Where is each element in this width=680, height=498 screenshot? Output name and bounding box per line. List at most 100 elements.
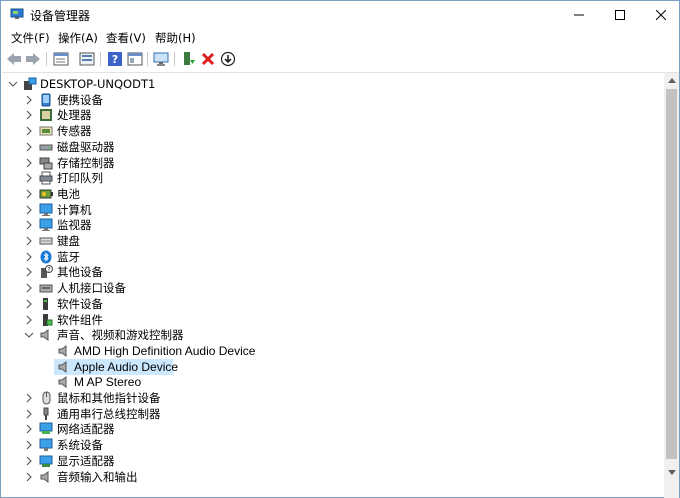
speaker-icon [57, 360, 71, 374]
chevron-right-icon[interactable] [24, 315, 34, 325]
tree-category[interactable]: 软件设备 [2, 296, 662, 312]
tree-category[interactable]: 键盘 [2, 233, 662, 249]
menu-view[interactable]: 查看(V) [104, 30, 148, 46]
tree-category[interactable]: 声音、视频和游戏控制器 [2, 327, 662, 343]
chevron-right-icon[interactable] [24, 252, 34, 262]
properties-icon[interactable] [52, 50, 70, 68]
device-tree: DESKTOP-UNQODT1 便携设备 处理器 传感器 磁盘驱动器 存储控制器 打印队列电… [2, 72, 679, 498]
disk-drive-icon [39, 140, 53, 154]
scroll-down-icon[interactable] [664, 465, 679, 480]
scroll-up-icon[interactable] [664, 73, 679, 88]
menu-action[interactable]: 操作(A) [56, 30, 100, 46]
tree-device[interactable]: M AP Stereo [2, 374, 662, 390]
device-label: M AP Stereo [74, 375, 142, 390]
category-label: 其他设备 [57, 265, 103, 280]
tree-category[interactable]: ? 其他设备 [2, 264, 662, 280]
category-label: 传感器 [57, 124, 92, 139]
tree-category[interactable]: 人机接口设备 [2, 280, 662, 296]
tree-category[interactable]: 软件组件 [2, 312, 662, 328]
tree-root[interactable]: DESKTOP-UNQODT1 [2, 76, 662, 92]
keyboard-icon [39, 234, 53, 248]
tree-category[interactable]: 磁盘驱动器 [2, 139, 662, 155]
tree-device[interactable]: AMD High Definition Audio Device [2, 343, 662, 359]
portable-device-icon [39, 93, 53, 107]
menu-help[interactable]: 帮助(H) [153, 30, 198, 46]
tree-category[interactable]: 打印队列 [2, 170, 662, 186]
root-computer-icon [23, 77, 37, 91]
display-adapter-icon [39, 454, 53, 468]
chevron-right-icon[interactable] [24, 205, 34, 215]
help-icon[interactable]: ? [106, 50, 124, 68]
chevron-right-icon[interactable] [24, 299, 34, 309]
minimize-button[interactable] [556, 1, 602, 28]
forward-arrow-icon[interactable] [24, 50, 42, 68]
chevron-right-icon[interactable] [24, 424, 34, 434]
chevron-right-icon[interactable] [24, 142, 34, 152]
chevron-right-icon[interactable] [24, 173, 34, 183]
chevron-right-icon[interactable] [24, 220, 34, 230]
category-label: 软件组件 [57, 312, 103, 327]
maximize-button[interactable] [597, 1, 643, 28]
category-label: 软件设备 [57, 296, 103, 311]
tree-category[interactable]: 处理器 [2, 107, 662, 123]
chevron-right-icon[interactable] [24, 267, 34, 277]
tree-category[interactable]: 系统设备 [2, 437, 662, 453]
unknown-device-icon: ? [39, 265, 53, 279]
software-component-icon [39, 313, 53, 327]
tree-category[interactable]: 蓝牙 [2, 249, 662, 265]
add-driver-icon[interactable] [179, 50, 197, 68]
category-label: 音频输入和输出 [57, 469, 138, 484]
tree-category[interactable]: 监视器 [2, 217, 662, 233]
category-label: 系统设备 [57, 438, 103, 453]
chevron-right-icon[interactable] [24, 409, 34, 419]
vertical-scrollbar[interactable] [664, 73, 679, 498]
chevron-right-icon[interactable] [24, 189, 34, 199]
tree-category[interactable]: 电池 [2, 186, 662, 202]
close-button[interactable] [638, 1, 680, 28]
chevron-right-icon[interactable] [24, 456, 34, 466]
chevron-right-icon[interactable] [24, 440, 34, 450]
monitor-icon [39, 218, 53, 232]
device-manager-window: 设备管理器 文件(F) 操作(A) 查看(V) 帮助(H) ? DESKTOP-… [0, 0, 680, 498]
category-label: 存储控制器 [57, 155, 115, 170]
uninstall-icon[interactable] [199, 50, 217, 68]
tree-category[interactable]: 传感器 [2, 123, 662, 139]
tree-category[interactable]: 音频输入和输出 [2, 469, 662, 485]
chevron-right-icon[interactable] [24, 236, 34, 246]
tree-device-selected[interactable]: Apple Audio Device [2, 358, 662, 375]
tree-category[interactable]: 便携设备 [2, 92, 662, 108]
category-label: 人机接口设备 [57, 281, 126, 296]
svg-text:?: ? [112, 53, 118, 66]
update-view-icon[interactable] [126, 50, 144, 68]
chevron-down-icon[interactable] [24, 330, 34, 340]
disable-device-icon[interactable] [219, 50, 237, 68]
show-hidden-icon[interactable] [78, 50, 96, 68]
battery-icon [39, 187, 53, 201]
back-arrow-icon[interactable] [5, 50, 23, 68]
software-device-icon [39, 297, 53, 311]
category-label: 处理器 [57, 108, 92, 123]
tree-category[interactable]: 显示适配器 [2, 453, 662, 469]
chevron-right-icon[interactable] [24, 110, 34, 120]
chevron-right-icon[interactable] [24, 393, 34, 403]
chevron-right-icon[interactable] [24, 126, 34, 136]
menu-file[interactable]: 文件(F) [9, 30, 52, 46]
tree-category[interactable]: 计算机 [2, 202, 662, 218]
tree-category[interactable]: 鼠标和其他指针设备 [2, 390, 662, 406]
sensor-icon [39, 124, 53, 138]
tree-category[interactable]: 通用串行总线控制器 [2, 406, 662, 422]
category-label: 监视器 [57, 218, 92, 233]
chevron-down-icon[interactable] [8, 79, 18, 89]
chevron-right-icon[interactable] [24, 158, 34, 168]
speaker-icon [57, 344, 71, 358]
chevron-right-icon[interactable] [24, 472, 34, 482]
category-label: 便携设备 [57, 92, 103, 107]
device-manager-icon [10, 8, 24, 20]
chevron-right-icon[interactable] [24, 283, 34, 293]
tree-category[interactable]: 网络适配器 [2, 421, 662, 437]
scan-hardware-icon[interactable] [152, 50, 170, 68]
scrollbar-thumb[interactable] [666, 89, 677, 459]
category-label: 声音、视频和游戏控制器 [57, 328, 184, 343]
chevron-right-icon[interactable] [24, 95, 34, 105]
tree-category[interactable]: 存储控制器 [2, 155, 662, 171]
